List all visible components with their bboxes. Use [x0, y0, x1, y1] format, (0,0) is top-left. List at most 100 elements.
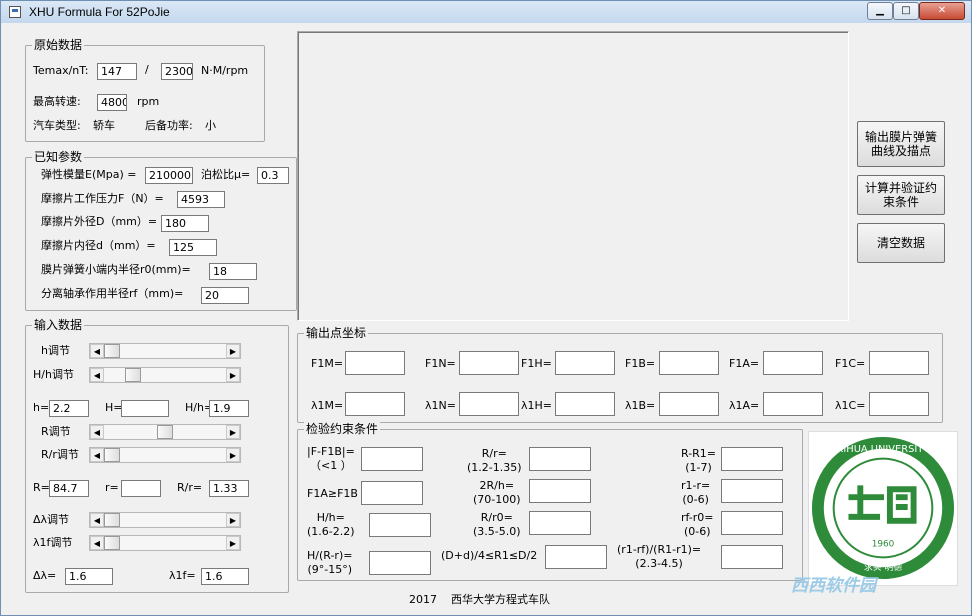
slider-thumb[interactable] — [125, 368, 142, 382]
logo-year: 1960 — [872, 539, 895, 549]
point-input[interactable] — [763, 351, 823, 375]
right-arrow-icon[interactable]: ▶ — [226, 448, 240, 462]
point-input[interactable] — [869, 351, 929, 375]
Rr-slider[interactable]: ◀ ▶ — [89, 447, 241, 463]
r-input[interactable] — [121, 480, 161, 497]
window-title: XHU Formula For 52PoJie — [29, 5, 170, 19]
lambda-input[interactable] — [345, 392, 405, 416]
group-title: 已知参数 — [32, 150, 85, 164]
check-input-c5[interactable] — [529, 447, 591, 471]
point-label: F1N= — [425, 357, 456, 370]
R-slider[interactable]: ◀ ▶ — [89, 424, 241, 440]
left-arrow-icon[interactable]: ◀ — [90, 344, 104, 358]
l1f-label: λ1f= — [169, 569, 196, 582]
group-title: 原始数据 — [32, 38, 85, 52]
lambda-input[interactable] — [459, 392, 519, 416]
R-input[interactable]: 84.7 — [49, 480, 89, 497]
check-label-c7: R/r0= (3.5-5.0) — [473, 511, 521, 538]
left-arrow-icon[interactable]: ◀ — [90, 448, 104, 462]
e-input[interactable]: 210000 — [145, 167, 193, 184]
check-label-c4: H/(R-r)= (9°-15°) — [307, 549, 353, 576]
right-arrow-icon[interactable]: ▶ — [226, 368, 240, 382]
check-input-c1[interactable] — [361, 447, 423, 471]
dl-slider[interactable]: ◀ ▶ — [89, 512, 241, 528]
lambda-input[interactable] — [763, 392, 823, 416]
slider-thumb[interactable] — [104, 513, 120, 527]
lambda-input[interactable] — [555, 392, 615, 416]
Hh-input[interactable]: 1.9 — [209, 400, 249, 417]
mu-label: 泊松比μ= — [201, 168, 251, 181]
minimize-button[interactable]: ▁ — [867, 2, 893, 20]
check-label-c2: F1A≥F1B — [307, 487, 358, 500]
right-arrow-icon[interactable]: ▶ — [226, 344, 240, 358]
d-out-label: 摩擦片外径D（mm）= — [41, 215, 158, 228]
nt-input[interactable]: 2300 — [161, 63, 193, 80]
group-title: 输入数据 — [32, 318, 85, 332]
H-input[interactable] — [121, 400, 169, 417]
temax-input[interactable]: 147 — [97, 63, 137, 80]
check-input-c9[interactable] — [721, 447, 783, 471]
check-label-c12: (r1-rf)/(R1-r1)= (2.3-4.5) — [617, 543, 702, 570]
point-label: F1H= — [521, 357, 552, 370]
check-input-c10[interactable] — [721, 479, 783, 503]
slider-thumb[interactable] — [104, 536, 120, 550]
point-input[interactable] — [659, 351, 719, 375]
reserve-power-label: 后备功率: — [145, 119, 193, 132]
lambda-input[interactable] — [659, 392, 719, 416]
curve-canvas[interactable] — [297, 31, 849, 321]
point-input[interactable] — [459, 351, 519, 375]
close-button[interactable]: ✕ — [919, 2, 965, 20]
h-input[interactable]: 2.2 — [49, 400, 89, 417]
l1f-slider[interactable]: ◀ ▶ — [89, 535, 241, 551]
check-input-c8[interactable] — [545, 545, 607, 569]
check-label-c9: R-R1= (1-7) — [681, 447, 717, 474]
check-input-c6[interactable] — [529, 479, 591, 503]
point-input[interactable] — [345, 351, 405, 375]
check-input-c11[interactable] — [721, 511, 783, 535]
separator: / — [145, 63, 149, 76]
point-label: F1A= — [729, 357, 760, 370]
footer-team: 西华大学方程式车队 — [451, 593, 550, 606]
hh-slider[interactable]: ◀ ▶ — [89, 367, 241, 383]
left-arrow-icon[interactable]: ◀ — [90, 425, 104, 439]
f-input[interactable]: 4593 — [177, 191, 225, 208]
check-input-c7[interactable] — [529, 511, 591, 535]
maximize-button[interactable]: □ — [893, 2, 919, 20]
slider-thumb[interactable] — [104, 448, 120, 462]
group-title: 输出点坐标 — [304, 326, 369, 340]
left-arrow-icon[interactable]: ◀ — [90, 368, 104, 382]
Rr-input[interactable]: 1.33 — [209, 480, 249, 497]
rf-input[interactable]: 20 — [201, 287, 249, 304]
r0-input[interactable]: 18 — [209, 263, 257, 280]
d-out-input[interactable]: 180 — [161, 215, 209, 232]
dl-input[interactable]: 1.6 — [65, 568, 113, 585]
app-icon — [9, 6, 21, 18]
check-label-c1: |F-F1B|= （<1 ） — [307, 445, 355, 472]
h-slider[interactable]: ◀ ▶ — [89, 343, 241, 359]
right-arrow-icon[interactable]: ▶ — [226, 513, 240, 527]
lambda-label: λ1N= — [425, 399, 456, 412]
mu-input[interactable]: 0.3 — [257, 167, 289, 184]
point-input[interactable] — [555, 351, 615, 375]
dl-adjust-label: Δλ调节 — [33, 513, 70, 526]
check-input-c12[interactable] — [721, 545, 783, 569]
l1f-input[interactable]: 1.6 — [201, 568, 249, 585]
h-label: h= — [33, 401, 50, 414]
lambda-input[interactable] — [869, 392, 929, 416]
slider-thumb[interactable] — [104, 344, 120, 358]
left-arrow-icon[interactable]: ◀ — [90, 513, 104, 527]
check-input-c2[interactable] — [361, 481, 423, 505]
lambda-label: λ1B= — [625, 399, 656, 412]
title-bar[interactable]: XHU Formula For 52PoJie ▁ □ ✕ — [1, 1, 971, 23]
check-input-c4[interactable] — [369, 551, 431, 575]
d-in-input[interactable]: 125 — [169, 239, 217, 256]
right-arrow-icon[interactable]: ▶ — [226, 536, 240, 550]
calc-verify-button[interactable]: 计算并验证约束条件 — [857, 175, 945, 215]
max-speed-input[interactable]: 4800 — [97, 94, 127, 111]
right-arrow-icon[interactable]: ▶ — [226, 425, 240, 439]
check-input-c3[interactable] — [369, 513, 431, 537]
output-curve-button[interactable]: 输出膜片弹簧曲线及描点 — [857, 121, 945, 167]
slider-thumb[interactable] — [157, 425, 173, 439]
left-arrow-icon[interactable]: ◀ — [90, 536, 104, 550]
clear-data-button[interactable]: 清空数据 — [857, 223, 945, 263]
